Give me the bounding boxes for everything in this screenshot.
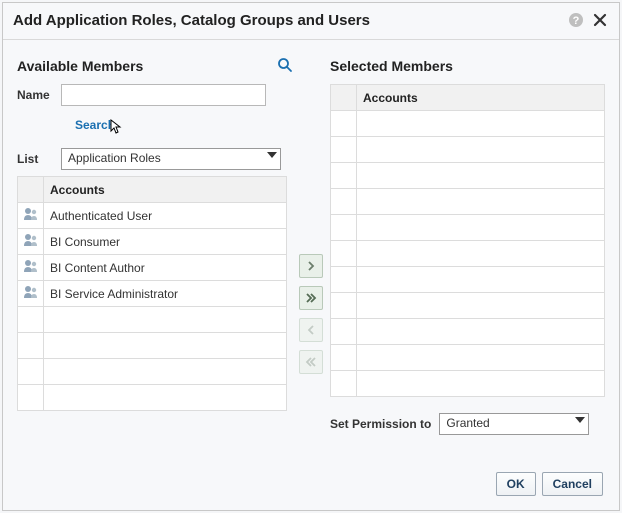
search-button[interactable]: Search bbox=[71, 112, 119, 138]
table-cell: BI Service Administrator bbox=[44, 281, 287, 307]
table-row-empty bbox=[331, 267, 605, 293]
transfer-buttons bbox=[293, 54, 330, 435]
table-row-empty bbox=[331, 345, 605, 371]
table-row-empty bbox=[331, 163, 605, 189]
table-row-empty bbox=[18, 385, 287, 411]
cancel-button[interactable]: Cancel bbox=[542, 472, 603, 496]
table-row[interactable]: BI Consumer bbox=[18, 229, 287, 255]
search-icon[interactable] bbox=[277, 57, 293, 76]
table-row-empty bbox=[331, 111, 605, 137]
permission-row: Set Permission to Granted bbox=[330, 413, 605, 435]
table-header-icon bbox=[331, 85, 357, 111]
list-label: List bbox=[17, 152, 61, 166]
table-row-empty bbox=[18, 333, 287, 359]
dialog-footer: OK Cancel bbox=[496, 472, 603, 496]
name-row: Name bbox=[17, 84, 293, 106]
table-cell: Authenticated User bbox=[44, 203, 287, 229]
role-icon bbox=[23, 207, 39, 221]
permission-select[interactable]: Granted bbox=[439, 413, 589, 435]
name-input[interactable] bbox=[61, 84, 266, 106]
dialog: Add Application Roles, Catalog Groups an… bbox=[2, 2, 620, 511]
list-select[interactable]: Application Roles bbox=[61, 148, 281, 170]
role-icon bbox=[23, 233, 39, 247]
permission-label: Set Permission to bbox=[330, 417, 431, 431]
available-members-panel: Available Members Name Search List Appli… bbox=[17, 54, 293, 435]
table-row-empty bbox=[331, 215, 605, 241]
table-row[interactable]: Authenticated User bbox=[18, 203, 287, 229]
list-select-value: Application Roles bbox=[61, 148, 281, 170]
move-left-button bbox=[299, 318, 323, 342]
table-cell: BI Content Author bbox=[44, 255, 287, 281]
role-icon bbox=[23, 259, 39, 273]
svg-text:?: ? bbox=[573, 15, 580, 27]
table-row-empty bbox=[331, 189, 605, 215]
table-row-empty bbox=[18, 359, 287, 385]
selected-accounts-table: Accounts bbox=[330, 84, 605, 397]
table-row-empty bbox=[18, 307, 287, 333]
table-row-empty bbox=[331, 293, 605, 319]
table-row-empty bbox=[331, 319, 605, 345]
selected-members-panel: Selected Members Accounts bbox=[330, 54, 605, 435]
permission-select-value: Granted bbox=[439, 413, 589, 435]
table-row-empty bbox=[331, 371, 605, 397]
dialog-body: Available Members Name Search List Appli… bbox=[3, 40, 619, 443]
titlebar: Add Application Roles, Catalog Groups an… bbox=[3, 3, 619, 40]
table-row-empty bbox=[331, 137, 605, 163]
table-cell: BI Consumer bbox=[44, 229, 287, 255]
dialog-title: Add Application Roles, Catalog Groups an… bbox=[13, 12, 561, 29]
move-right-button[interactable] bbox=[299, 254, 323, 278]
move-all-left-button bbox=[299, 350, 323, 374]
help-icon[interactable]: ? bbox=[567, 11, 585, 29]
name-label: Name bbox=[17, 88, 61, 102]
table-row[interactable]: BI Content Author bbox=[18, 255, 287, 281]
move-all-right-button[interactable] bbox=[299, 286, 323, 310]
selected-members-heading: Selected Members bbox=[330, 58, 605, 74]
table-header-icon bbox=[18, 177, 44, 203]
table-row[interactable]: BI Service Administrator bbox=[18, 281, 287, 307]
close-icon[interactable] bbox=[591, 11, 609, 29]
list-row: List Application Roles bbox=[17, 148, 293, 170]
available-accounts-table: Accounts Authenticated User BI Consumer … bbox=[17, 176, 287, 411]
table-header-accounts: Accounts bbox=[357, 85, 605, 111]
ok-button[interactable]: OK bbox=[496, 472, 536, 496]
search-row: Search bbox=[17, 112, 293, 138]
table-header-accounts: Accounts bbox=[44, 177, 287, 203]
available-members-heading: Available Members bbox=[17, 58, 277, 74]
role-icon bbox=[23, 285, 39, 299]
table-row-empty bbox=[331, 241, 605, 267]
